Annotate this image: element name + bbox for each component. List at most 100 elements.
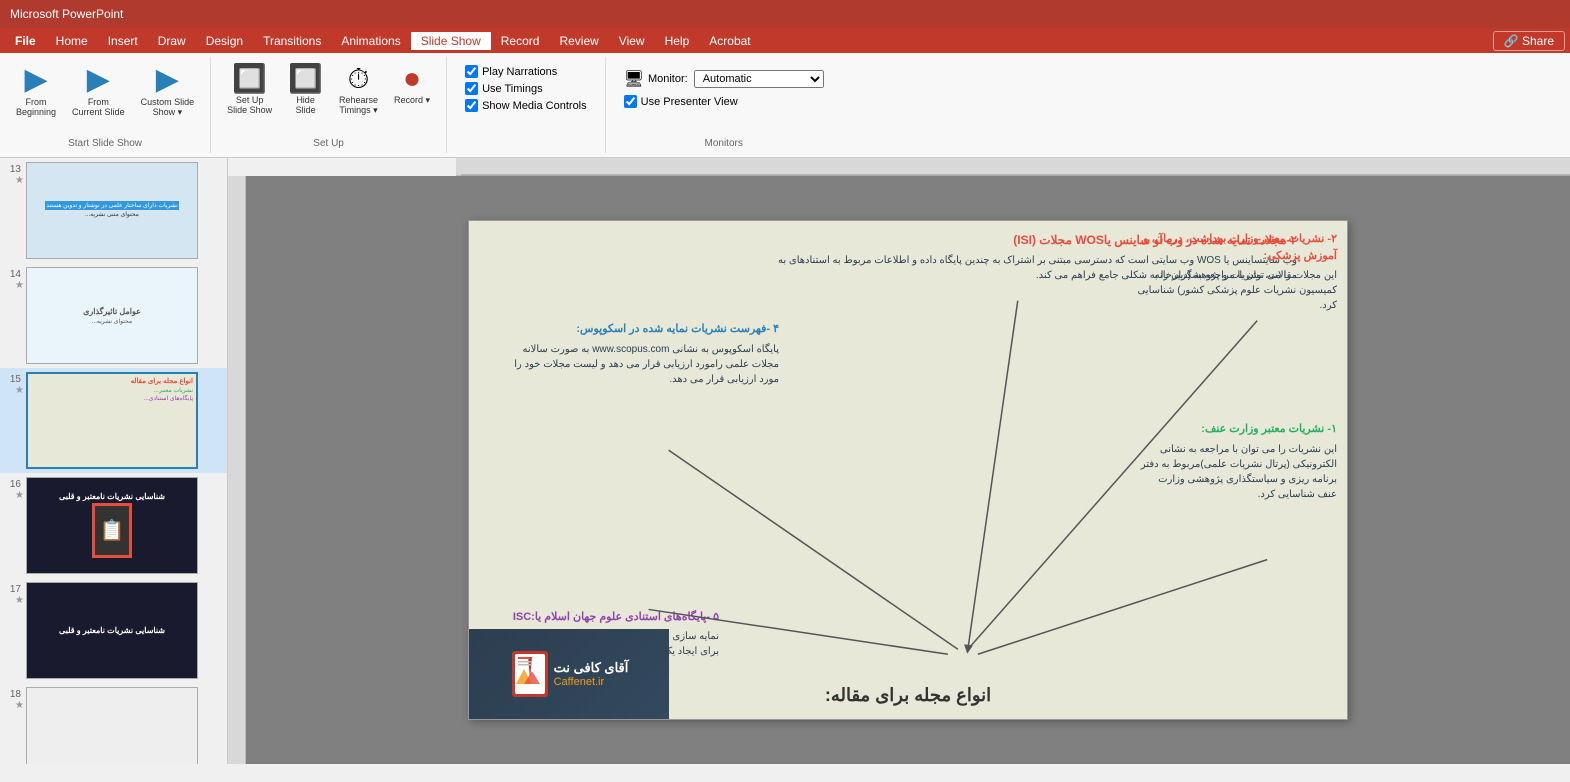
- book-icon: [510, 649, 550, 699]
- monitor-section: 🖥 Monitor: Automatic Primary Monitor Use…: [616, 61, 832, 116]
- ruler-vertical: [228, 176, 246, 764]
- from-beginning-button[interactable]: ▶ FromBeginning: [10, 61, 62, 121]
- slide-thumb-16[interactable]: 16 ★ شناسایی نشریات نامعتبر و قلبی 📋: [0, 473, 227, 578]
- slide-num-14: 14: [2, 267, 24, 280]
- play-narrations-checkbox[interactable]: [465, 65, 478, 78]
- slide-star-18: ★: [15, 700, 24, 711]
- play-narrations-label: Play Narrations: [482, 66, 557, 78]
- slide-img-16: شناسایی نشریات نامعتبر و قلبی 📋: [26, 477, 198, 574]
- rehearse-timings-button[interactable]: ⏱ RehearseTimings ▾: [333, 61, 384, 120]
- show-media-controls-label: Show Media Controls: [482, 100, 587, 112]
- use-timings-label: Use Timings: [482, 83, 543, 95]
- ruler-h-svg: [461, 158, 1570, 176]
- from-current-label: FromCurrent Slide: [72, 97, 125, 117]
- slide-canvas: انواع مجله برای مقاله: ۲-مجلات تمایه شده…: [468, 220, 1348, 720]
- menu-view[interactable]: View: [609, 32, 655, 50]
- slide-num-16: 16: [2, 477, 24, 490]
- slide-num-15: 15: [2, 372, 24, 385]
- menu-draw[interactable]: Draw: [148, 32, 196, 50]
- slide-num-13: 13: [2, 162, 24, 175]
- monitor-row: 🖥 Monitor: Automatic Primary Monitor: [624, 69, 824, 89]
- slide-thumb-15[interactable]: 15 ★ انواع مجله برای مقاله نشریات معتبر.…: [0, 368, 227, 473]
- slide-num-17: 17: [2, 582, 24, 595]
- slide-img-15: انواع مجله برای مقاله نشریات معتبر... پا…: [26, 372, 198, 469]
- presenter-view-checkbox-label[interactable]: Use Presenter View: [624, 95, 824, 108]
- slide-num-18: 18: [2, 687, 24, 700]
- slide-star-17: ★: [15, 595, 24, 606]
- monitor-select[interactable]: Automatic Primary Monitor: [694, 70, 824, 88]
- menu-home[interactable]: Home: [46, 32, 98, 50]
- show-media-controls-checkbox[interactable]: [465, 99, 478, 112]
- record-button[interactable]: ⏺ Record ▾: [388, 61, 436, 110]
- hide-icon: 🔲: [288, 65, 323, 93]
- ribbon-group-checkboxes: Play Narrations Use Timings Show Media C…: [447, 57, 606, 153]
- setup-icon: 🔲: [232, 65, 267, 93]
- from-beginning-label: FromBeginning: [16, 97, 56, 117]
- record-icon: ⏺: [405, 65, 419, 93]
- ruler-horizontal: [456, 158, 1570, 176]
- presenter-view-label: Use Presenter View: [641, 96, 738, 108]
- play-icon: ▶: [24, 65, 47, 95]
- main-area: 13 ★ نشریات دارای ساختار علمی در نوشتار …: [0, 158, 1570, 764]
- title-bar-text: Microsoft PowerPoint: [10, 7, 123, 21]
- menu-file[interactable]: File: [5, 32, 46, 50]
- use-timings-checkbox[interactable]: [465, 82, 478, 95]
- slide-thumb-18[interactable]: 18 ★: [0, 683, 227, 764]
- slide-thumb-13[interactable]: 13 ★ نشریات دارای ساختار علمی در نوشتار …: [0, 158, 227, 263]
- editor-area: انواع مجله برای مقاله: ۲-مجلات تمایه شده…: [228, 158, 1570, 764]
- ribbon: ▶ FromBeginning ▶ FromCurrent Slide ▶ Cu…: [0, 53, 1570, 158]
- hide-slide-button[interactable]: 🔲 HideSlide: [282, 61, 329, 119]
- custom-icon: ▶: [156, 65, 179, 95]
- slide-content: انواع مجله برای مقاله: ۲-مجلات تمایه شده…: [469, 221, 1347, 719]
- monitors-group-label: Monitors: [704, 138, 742, 149]
- slide-star-13: ★: [15, 175, 24, 186]
- presenter-view-checkbox[interactable]: [624, 95, 637, 108]
- setup-slideshow-button[interactable]: 🔲 Set UpSlide Show: [221, 61, 278, 119]
- menu-bar: File Home Insert Draw Design Transitions…: [0, 28, 1570, 53]
- slide-title: انواع مجله برای مقاله:: [825, 682, 991, 709]
- timer-icon: ⏱: [348, 65, 370, 93]
- menu-review[interactable]: Review: [549, 32, 608, 50]
- title-bar: Microsoft PowerPoint: [0, 0, 1570, 28]
- canvas-area: انواع مجله برای مقاله: ۲-مجلات تمایه شده…: [246, 176, 1570, 764]
- slide-thumb-17[interactable]: 17 ★ شناسایی نشریات نامعتبر و قلبی: [0, 578, 227, 683]
- watermark-logo: آقای کافی نت Caffenet.ir: [469, 629, 669, 719]
- slide-star-15: ★: [15, 385, 24, 396]
- slide-panel[interactable]: 13 ★ نشریات دارای ساختار علمی در نوشتار …: [0, 158, 228, 764]
- ministry-health-block: ۲- نشریات معتبر وزارت بهداشت، درمان، و آ…: [1137, 231, 1337, 313]
- menu-insert[interactable]: Insert: [98, 32, 148, 50]
- from-current-button[interactable]: ▶ FromCurrent Slide: [66, 61, 131, 121]
- ribbon-group-monitors: 🖥 Monitor: Automatic Primary Monitor Use…: [606, 57, 842, 153]
- play-narrations-checkbox-label[interactable]: Play Narrations: [465, 65, 587, 78]
- canvas-with-ruler: انواع مجله برای مقاله: ۲-مجلات تمایه شده…: [228, 176, 1570, 764]
- slide-thumb-14[interactable]: 14 ★ عوامل تاثیرگذاری محتوای نشریه...: [0, 263, 227, 368]
- start-slideshow-group-label: Start Slide Show: [68, 138, 142, 149]
- menu-transitions[interactable]: Transitions: [253, 32, 331, 50]
- slide-star-16: ★: [15, 490, 24, 501]
- slide-img-13: نشریات دارای ساختار علمی در نوشتار و تدو…: [26, 162, 198, 259]
- menu-animations[interactable]: Animations: [331, 32, 410, 50]
- setup-group-label: Set Up: [313, 138, 344, 149]
- checkbox-group: Play Narrations Use Timings Show Media C…: [457, 61, 595, 116]
- custom-label: Custom SlideShow ▾: [141, 97, 195, 118]
- slide-img-14: عوامل تاثیرگذاری محتوای نشریه...: [26, 267, 198, 364]
- slide-img-18: [26, 687, 198, 764]
- menu-record[interactable]: Record: [491, 32, 550, 50]
- show-media-controls-checkbox-label[interactable]: Show Media Controls: [465, 99, 587, 112]
- menu-help[interactable]: Help: [655, 32, 700, 50]
- slide-img-17: شناسایی نشریات نامعتبر و قلبی: [26, 582, 198, 679]
- monitor-label: 🖥 Monitor:: [624, 69, 688, 89]
- ribbon-group-setup: 🔲 Set UpSlide Show 🔲 HideSlide ⏱ Rehears…: [211, 57, 447, 153]
- scopus-block: ۴ -فهرست نشریات نمایه شده در اسکوپوس: پا…: [499, 321, 779, 387]
- menu-slideshow[interactable]: Slide Show: [411, 32, 491, 50]
- ministry-science-block: ۱- نشریات معتبر وزارت عنف: این نشریات را…: [1137, 421, 1337, 502]
- ribbon-group-start-slideshow: ▶ FromBeginning ▶ FromCurrent Slide ▶ Cu…: [0, 57, 211, 153]
- watermark-text: آقای کافی نت Caffenet.ir: [554, 660, 629, 688]
- menu-acrobat[interactable]: Acrobat: [699, 32, 760, 50]
- play-current-icon: ▶: [87, 65, 110, 95]
- custom-slideshow-button[interactable]: ▶ Custom SlideShow ▾: [135, 61, 201, 122]
- use-timings-checkbox-label[interactable]: Use Timings: [465, 82, 587, 95]
- share-button[interactable]: 🔗 Share: [1493, 31, 1565, 51]
- slide-star-14: ★: [15, 280, 24, 291]
- menu-design[interactable]: Design: [196, 32, 253, 50]
